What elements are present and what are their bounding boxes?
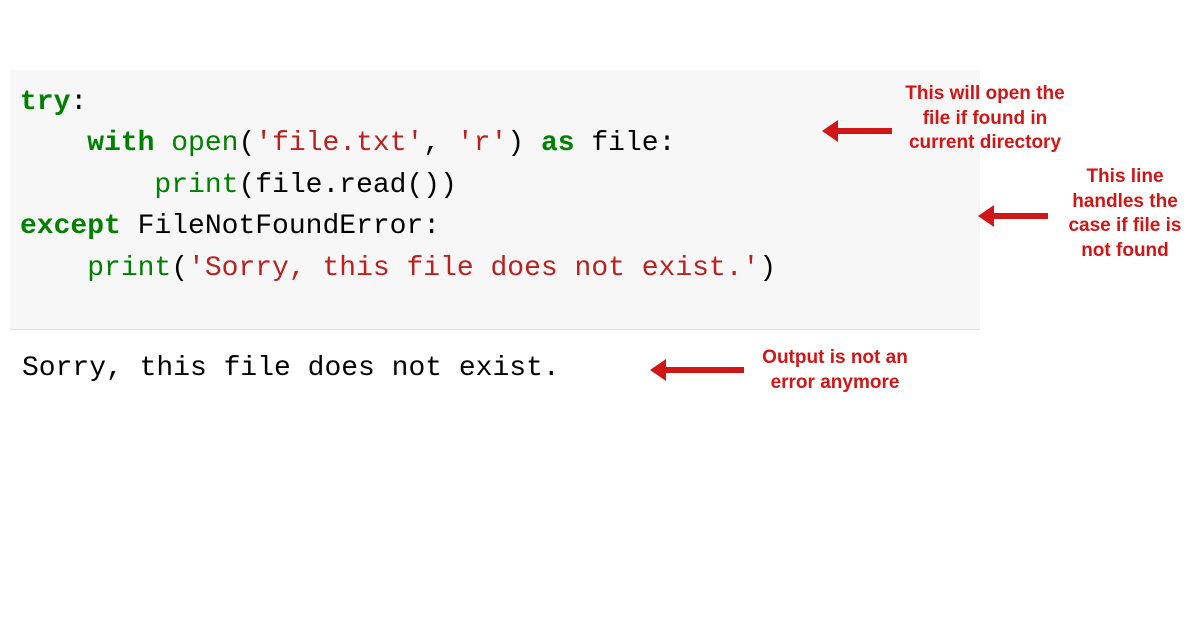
string-filename: 'file.txt' (255, 128, 423, 159)
punct-colon: : (70, 87, 87, 118)
arrow-icon (664, 367, 744, 373)
keyword-except: except (20, 211, 121, 242)
code-block: try: with open('file.txt', 'r') as file:… (10, 70, 980, 330)
identifier-error: FileNotFoundError: (121, 211, 440, 242)
punct-paren-close: ) (507, 128, 541, 159)
string-message: 'Sorry, this file does not exist.' (188, 253, 759, 284)
identifier-file: file: (575, 128, 676, 159)
arrow-icon (992, 213, 1048, 219)
punct-comma: , (423, 128, 457, 159)
punct-paren-close2: ) (759, 253, 776, 284)
punct-close: ()) (406, 170, 456, 201)
punct-paren: ( (238, 128, 255, 159)
function-print: print (154, 170, 238, 201)
keyword-as: as (541, 128, 575, 159)
punct-paren-open: ( (171, 253, 188, 284)
keyword-with: with (87, 128, 154, 159)
punct-dot: . (322, 170, 339, 201)
output-text: Sorry, this file does not exist. (22, 353, 560, 384)
function-print-err: print (87, 253, 171, 284)
annotation-output: Output is not an error anymore (750, 346, 920, 395)
function-open: open (171, 128, 238, 159)
method-read: read (339, 170, 406, 201)
annotation-open-file: This will open the file if found in curr… (895, 82, 1075, 156)
annotation-except: This line handles the case if file is no… (1055, 165, 1195, 264)
arrow-icon (836, 128, 892, 134)
string-mode: 'r' (457, 128, 507, 159)
keyword-try: try (20, 87, 70, 118)
punct-args: (file (238, 170, 322, 201)
